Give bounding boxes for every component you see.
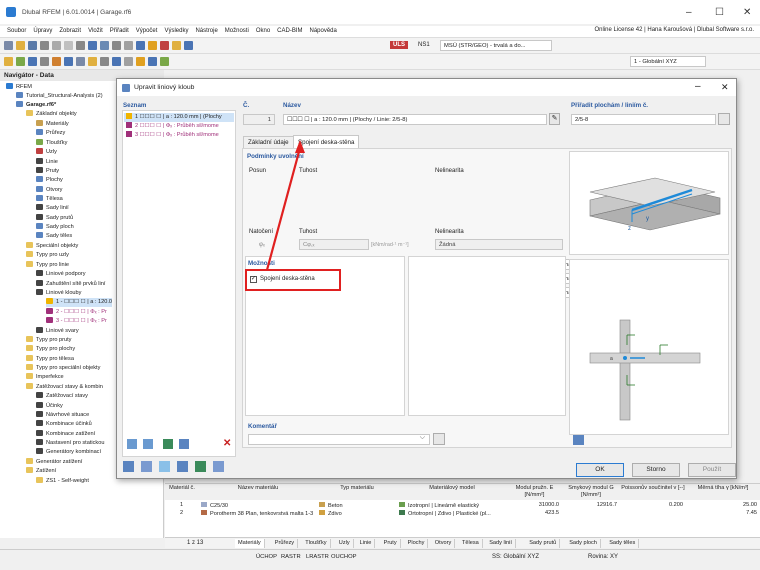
annotation-arrow (265, 140, 305, 271)
